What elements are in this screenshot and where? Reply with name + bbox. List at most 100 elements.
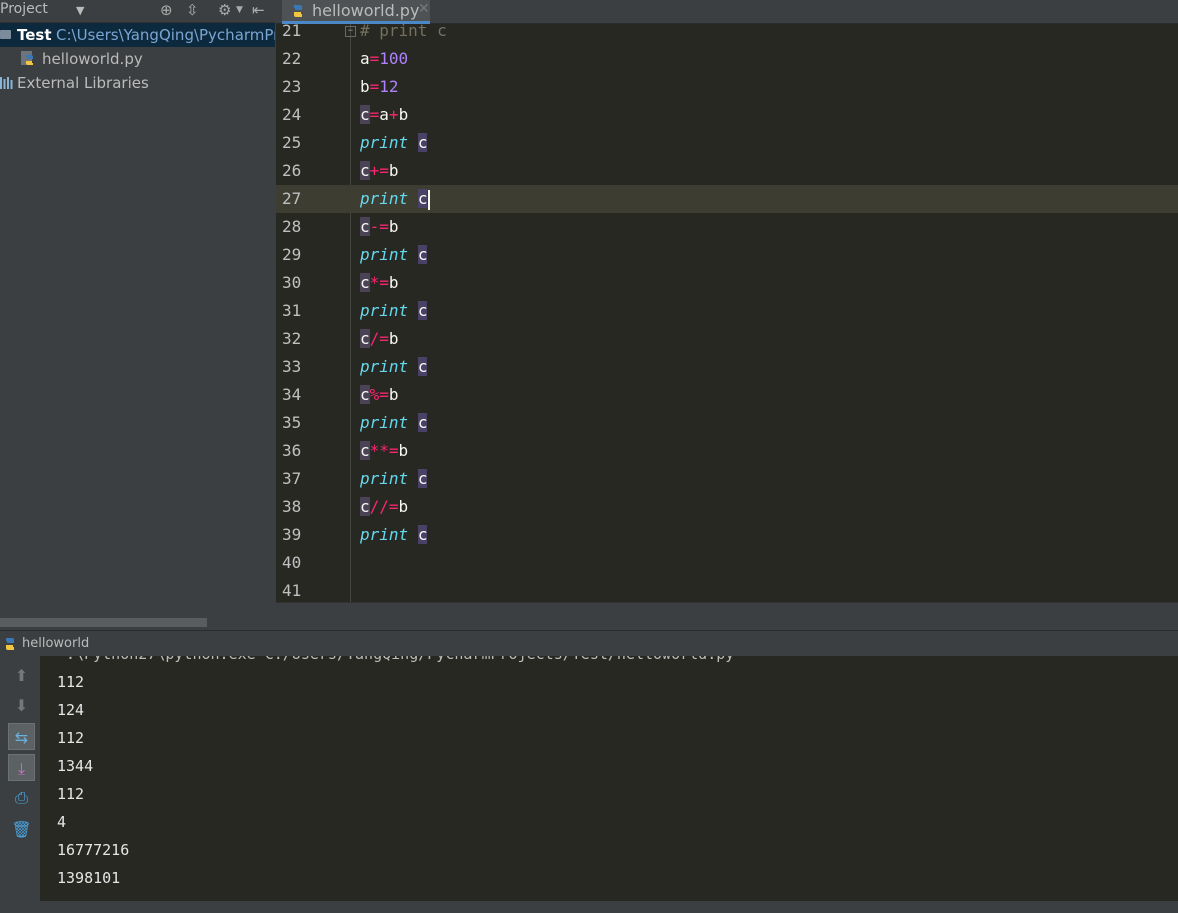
hide-panel-icon[interactable]: ⇤: [252, 1, 265, 19]
code-editor[interactable]: 21− # print c 22 a=100 23 b=12 24 c=a+b 25 print …: [276, 24, 1178, 602]
code-text: print c: [360, 129, 428, 157]
code-text: print c: [360, 241, 428, 269]
fold-icon[interactable]: −: [345, 26, 356, 37]
code-token: b: [398, 441, 409, 460]
line-number: 29: [282, 245, 302, 264]
code-token: +=: [369, 161, 389, 180]
code-token: c: [360, 385, 370, 404]
run-toolbar: ⬆ ⬇ ⇆ ⤓ ⎙ 🗑: [0, 656, 40, 913]
console-output[interactable]: ·:\Python27\python.exe C:/Users/YangQing…: [40, 656, 1178, 901]
code-text: c*=b: [360, 269, 399, 297]
tab-helloworld[interactable]: helloworld.py ✕: [282, 0, 430, 24]
library-icon: [0, 77, 13, 89]
code-text: c=a+b: [360, 101, 408, 129]
code-token: //=: [369, 497, 399, 516]
trash-icon[interactable]: 🗑: [8, 816, 35, 843]
run-config-name[interactable]: helloworld: [22, 636, 89, 651]
collapse-all-icon[interactable]: ⇳: [186, 1, 199, 19]
editor-tab-bar: helloworld.py ✕: [276, 0, 1178, 24]
project-view-selector[interactable]: Project: [0, 1, 48, 17]
code-line[interactable]: 33 print c: [276, 353, 1178, 381]
tree-item-test[interactable]: Test C:\Users\YangQing\PycharmPr: [0, 23, 275, 47]
code-line[interactable]: 26 c+=b: [276, 157, 1178, 185]
line-number: 30: [282, 273, 302, 292]
code-line[interactable]: 39 print c: [276, 521, 1178, 549]
code-text: b=12: [360, 73, 399, 101]
close-icon[interactable]: ✕: [418, 1, 430, 17]
code-token: *=: [369, 273, 389, 292]
up-arrow-icon[interactable]: ⬆: [8, 662, 35, 689]
editor-bottom-area: [276, 602, 1178, 631]
python-run-icon: [6, 638, 14, 650]
code-line[interactable]: 22 a=100: [276, 45, 1178, 73]
code-line[interactable]: 32 c/=b: [276, 325, 1178, 353]
gear-dropdown-icon[interactable]: ▼: [236, 5, 243, 15]
code-line[interactable]: 28 c-=b: [276, 213, 1178, 241]
tree-item-helloworld[interactable]: helloworld.py: [0, 47, 275, 71]
code-text: print c: [360, 465, 428, 493]
python-file-icon: [21, 51, 33, 65]
code-token: c: [417, 413, 428, 432]
project-tree: Test C:\Users\YangQing\PycharmPr hellowo…: [0, 23, 275, 95]
code-line[interactable]: 34 c%=b: [276, 381, 1178, 409]
code-line[interactable]: 29 print c: [276, 241, 1178, 269]
text-caret: [428, 189, 431, 210]
code-token: =: [369, 105, 380, 124]
code-line[interactable]: 23 b=12: [276, 73, 1178, 101]
line-number: 33: [282, 357, 302, 376]
code-line[interactable]: 35 print c: [276, 409, 1178, 437]
code-line[interactable]: 40: [276, 549, 1178, 577]
scroll-to-end-icon[interactable]: ⤓: [8, 754, 35, 781]
code-token: +: [388, 105, 399, 124]
down-arrow-icon[interactable]: ⬇: [8, 692, 35, 719]
code-line[interactable]: 41: [276, 577, 1178, 602]
chevron-down-icon[interactable]: ▼: [76, 4, 84, 17]
line-number: 25: [282, 133, 302, 152]
code-token: print: [360, 245, 409, 264]
gear-icon[interactable]: ⚙: [218, 1, 231, 19]
print-icon[interactable]: ⎙: [8, 784, 35, 811]
code-line[interactable]: 30 c*=b: [276, 269, 1178, 297]
code-text: c**=b: [360, 437, 408, 465]
console-line: 1398101: [57, 869, 121, 887]
code-line[interactable]: 27 print c: [276, 185, 1178, 213]
code-line[interactable]: 36 c**=b: [276, 437, 1178, 465]
code-token: b: [398, 497, 409, 516]
python-file-icon: [294, 5, 302, 17]
horizontal-scrollbar[interactable]: [0, 618, 207, 627]
code-token: print: [360, 301, 409, 320]
locate-icon[interactable]: ⊕: [160, 1, 173, 19]
console-line: 112: [57, 729, 85, 747]
code-token: print: [360, 133, 409, 152]
soft-wrap-icon[interactable]: ⇆: [8, 723, 35, 750]
code-token: 12: [379, 77, 399, 96]
line-number: 28: [282, 217, 302, 236]
code-token: b: [388, 385, 399, 404]
code-token: c: [360, 161, 370, 180]
code-token: c: [417, 525, 428, 544]
code-token: print: [360, 525, 409, 544]
code-text: print c: [360, 297, 428, 325]
code-token: c: [417, 133, 428, 152]
line-number: 40: [282, 553, 302, 572]
tree-item-external-libraries[interactable]: External Libraries: [0, 71, 275, 95]
code-text: c%=b: [360, 381, 399, 409]
console-line: 124: [57, 701, 85, 719]
code-text: print c: [360, 521, 428, 549]
code-line[interactable]: 21 − # print c: [276, 24, 1178, 45]
code-line[interactable]: 38 c//=b: [276, 493, 1178, 521]
code-token: 100: [379, 49, 409, 68]
code-line[interactable]: 31 print c: [276, 297, 1178, 325]
console-line: 112: [57, 785, 85, 803]
code-token: # print c: [360, 24, 447, 40]
code-line[interactable]: 37 print c: [276, 465, 1178, 493]
code-line[interactable]: 24 c=a+b: [276, 101, 1178, 129]
code-text: c-=b: [360, 213, 399, 241]
code-line[interactable]: 25 print c: [276, 129, 1178, 157]
